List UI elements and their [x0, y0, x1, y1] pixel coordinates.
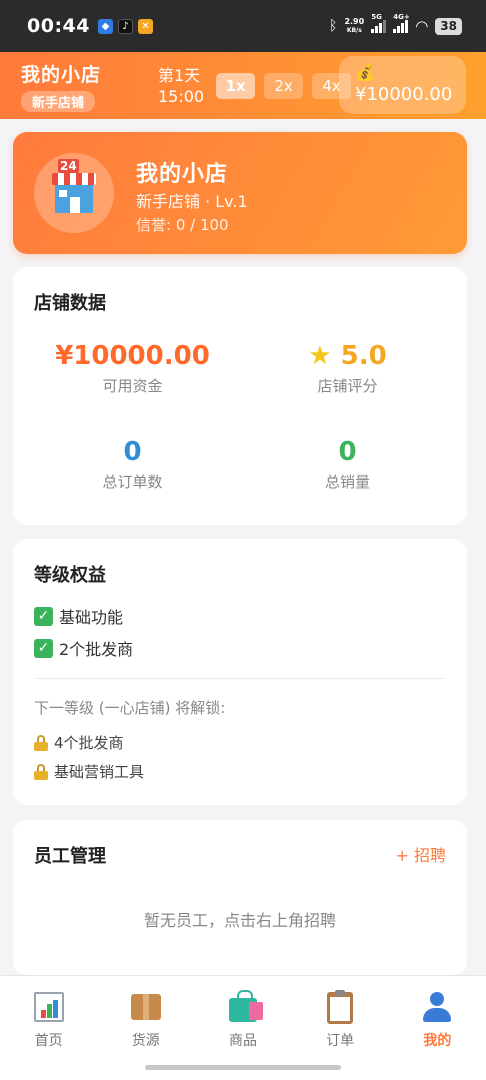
perk-label: 基础功能 [59, 608, 124, 627]
shop-profile-card: 24 我的小店 新手店铺 · Lv.1 信誉: 0 / 100 [13, 132, 467, 254]
nav-label: 订单 [326, 1033, 355, 1049]
clipboard-icon [323, 990, 357, 1024]
stat-funds-label: 可用资金 [102, 377, 163, 395]
status-time: 00:44 [27, 15, 90, 37]
signal-4g-icon: 4G+ [393, 13, 410, 33]
profile-shop-name: 我的小店 [136, 162, 229, 187]
stat-sales-value: 0 [338, 437, 357, 467]
battery-icon: 38 [435, 17, 462, 35]
speed-2x-button[interactable]: 2x [264, 72, 304, 99]
stat-sales-label: 总销量 [324, 473, 370, 491]
game-app-icon: ✕ [137, 18, 153, 34]
shop-avatar: 24 [34, 153, 114, 233]
signal-4g-label: 4G+ [393, 13, 410, 21]
status-app-icons: ◆ ♪ ✕ [97, 18, 153, 34]
nav-item-me[interactable]: 我的 [389, 976, 486, 1080]
level-perks-card: 等级权益 ✓ 基础功能 ✓ 2个批发商 下一等级 (一心店铺) 将解锁: 4个批… [13, 539, 467, 805]
money-bag-icon: 💰 [355, 63, 375, 82]
bar-chart-icon [32, 990, 66, 1024]
home-indicator[interactable] [145, 1065, 341, 1070]
stat-orders-label: 总订单数 [102, 473, 163, 491]
perks-divider [34, 678, 446, 679]
staff-management-card: 员工管理 + 招聘 暂无员工，点击右上角招聘 [13, 820, 467, 975]
stat-sales: 0 总销量 [234, 437, 461, 492]
perk-label: 2个批发商 [59, 640, 134, 659]
signal-5g-label: 5G [371, 13, 382, 21]
shop-stats-card: 店铺数据 ¥10000.00 可用资金 ★ 5.0 店铺评分 0 总订单数 0 … [13, 267, 467, 525]
profile-credit: 信誉: 0 / 100 [136, 216, 229, 234]
money-display: 💰 ¥10000.00 [339, 56, 466, 114]
tiktok-app-icon: ♪ [117, 18, 133, 34]
shopping-bags-icon [226, 990, 263, 1024]
perks-title: 等级权益 [34, 565, 106, 586]
perk-unlocked-item: ✓ 基础功能 [34, 604, 123, 628]
package-icon [129, 990, 163, 1024]
stat-funds: ¥10000.00 可用资金 [19, 341, 246, 396]
stat-rating-row: ★ 5.0 [234, 341, 461, 371]
speed-controls: 1x 2x 4x [216, 72, 352, 99]
perk-locked-item: 4个批发商 [34, 732, 124, 753]
stat-rating-label: 店铺评分 [317, 377, 378, 395]
header-shop: 我的小店 新手店铺 [0, 60, 128, 112]
stat-orders: 0 总订单数 [19, 437, 246, 492]
status-bar: 00:44 ◆ ♪ ✕ ᛒ 2.90 KB/s 5G 4G+ ◠ 38 [0, 0, 486, 52]
profile-level: 新手店铺 · Lv.1 [136, 192, 248, 211]
lock-icon [34, 763, 48, 780]
perk-label: 4个批发商 [54, 734, 124, 752]
check-icon: ✓ [34, 638, 53, 658]
perk-locked-item: 基础营销工具 [34, 761, 144, 782]
game-clock: 15:00 [158, 86, 205, 106]
next-level-text: 下一等级 (一心店铺) 将解锁: [34, 699, 226, 717]
game-time: 第1天 15:00 [158, 65, 204, 107]
game-day: 第1天 [158, 65, 201, 85]
header-shop-level-badge: 新手店铺 [21, 90, 96, 112]
stats-title: 店铺数据 [34, 293, 106, 314]
net-speed-value: 2.90 [344, 17, 365, 26]
nav-label: 首页 [34, 1033, 63, 1049]
user-icon [420, 990, 454, 1024]
net-speed-unit: KB/s [346, 27, 362, 34]
perk-unlocked-item: ✓ 2个批发商 [34, 636, 133, 660]
stat-rating: ★ 5.0 店铺评分 [234, 341, 461, 396]
recruit-button[interactable]: + 招聘 [396, 842, 447, 866]
nav-label: 货源 [131, 1033, 160, 1049]
star-icon: ★ [308, 341, 332, 371]
perk-label: 基础营销工具 [54, 763, 145, 781]
shield-app-icon: ◆ [97, 18, 113, 34]
lock-icon [34, 734, 48, 751]
staff-empty-text: 暂无员工，点击右上角招聘 [143, 911, 336, 930]
stat-funds-value: ¥10000.00 [55, 341, 210, 371]
nav-item-home[interactable]: 首页 [0, 976, 97, 1080]
nav-label: 我的 [423, 1033, 452, 1049]
staff-title: 员工管理 [34, 846, 106, 867]
stat-rating-value: 5.0 [340, 341, 387, 371]
top-header: 我的小店 新手店铺 第1天 15:00 1x 2x 4x 💰 ¥10000.00 [0, 52, 486, 119]
wifi-icon: ◠ [415, 17, 429, 35]
convenience-store-icon: 24 [52, 159, 96, 213]
nav-label: 商品 [228, 1033, 257, 1049]
header-shop-name: 我的小店 [21, 63, 102, 86]
signal-5g-icon: 5G [371, 13, 387, 33]
speed-1x-button[interactable]: 1x [216, 72, 256, 99]
net-speed: 2.90 KB/s [344, 17, 364, 35]
money-value: ¥10000.00 [355, 84, 453, 105]
check-icon: ✓ [34, 606, 53, 626]
bluetooth-icon: ᛒ [329, 18, 338, 34]
stat-orders-value: 0 [123, 437, 142, 467]
